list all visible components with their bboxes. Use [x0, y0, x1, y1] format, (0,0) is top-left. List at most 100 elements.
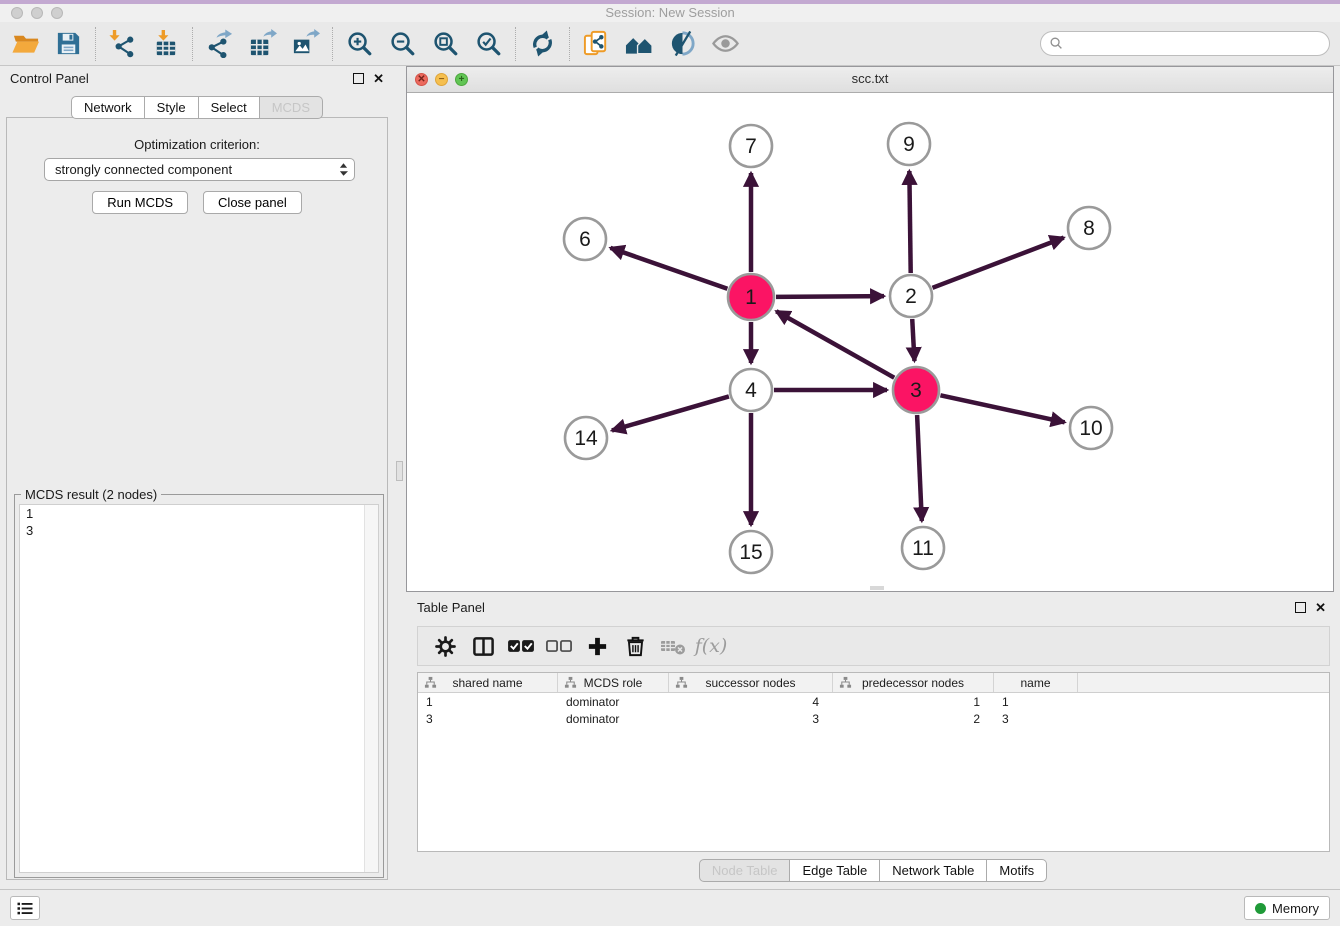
export-image-button[interactable] — [284, 25, 327, 63]
column-label: name — [1020, 676, 1050, 690]
deselect-all-button[interactable] — [540, 630, 578, 662]
show-eye-button[interactable] — [704, 25, 747, 63]
close-panel-button[interactable]: Close panel — [203, 191, 302, 214]
mcds-result-list[interactable]: 13 — [19, 504, 379, 873]
graph-node-11[interactable]: 11 — [902, 527, 944, 569]
close-panel-icon[interactable]: ✕ — [373, 74, 384, 84]
home-button[interactable] — [618, 25, 661, 63]
network-minimize-button[interactable]: − — [435, 73, 448, 86]
task-history-button[interactable] — [10, 896, 40, 920]
export-table-button[interactable] — [241, 25, 284, 63]
network-canvas[interactable]: 7 9 6 8 1 2 4 3 14 10 15 11 — [407, 92, 1333, 591]
graph-node-7[interactable]: 7 — [730, 125, 772, 167]
tab-network-table[interactable]: Network Table — [880, 859, 987, 882]
zoom-in-button[interactable] — [338, 25, 381, 63]
tab-style[interactable]: Style — [145, 96, 199, 119]
list-icon — [15, 900, 35, 917]
tab-motifs[interactable]: Motifs — [987, 859, 1047, 882]
optimization-criterion-select[interactable]: strongly connected component — [44, 158, 355, 181]
network-view-window: ✕ − + scc.txt 7 9 6 8 1 2 4 3 14 10 15 11 — [406, 66, 1334, 592]
graph-node-6[interactable]: 6 — [564, 218, 606, 260]
graph-edge-1-2[interactable] — [776, 296, 884, 297]
graph-edge-2-3[interactable] — [912, 319, 914, 361]
graph-edge-3-10[interactable] — [940, 395, 1064, 422]
import-table-button[interactable] — [144, 25, 187, 63]
table-row[interactable]: 3dominator323 — [418, 710, 1329, 727]
add-row-button[interactable] — [578, 630, 616, 662]
graph-node-8[interactable]: 8 — [1068, 207, 1110, 249]
column-header-MCDS-role[interactable]: MCDS role — [558, 673, 669, 692]
graph-edge-1-6[interactable] — [610, 248, 727, 289]
graph-edge-3-11[interactable] — [917, 415, 922, 521]
cell-successor-nodes[interactable]: 3 — [669, 710, 833, 727]
optimization-criterion-label: Optimization criterion: — [0, 137, 394, 152]
svg-text:9: 9 — [903, 133, 915, 156]
column-header-shared-name[interactable]: shared name — [418, 673, 558, 692]
zoom-fit-button[interactable] — [424, 25, 467, 63]
graph-node-4[interactable]: 4 — [730, 369, 772, 411]
network-graph[interactable]: 7 9 6 8 1 2 4 3 14 10 15 11 — [407, 92, 1333, 591]
search-box[interactable] — [1040, 31, 1330, 56]
network-file-button[interactable] — [575, 25, 618, 63]
network-resize-grip[interactable] — [870, 586, 884, 590]
panel-splitter-grip[interactable] — [396, 461, 403, 481]
cell-predecessor-nodes[interactable]: 2 — [833, 710, 994, 727]
graph-node-3[interactable]: 3 — [893, 367, 939, 413]
control-panel-tabs: NetworkStyleSelectMCDS — [0, 96, 394, 119]
network-close-button[interactable]: ✕ — [415, 73, 428, 86]
graph-node-14[interactable]: 14 — [565, 417, 607, 459]
column-header-name[interactable]: name — [994, 673, 1078, 692]
cell-name[interactable]: 3 — [994, 710, 1078, 727]
mcds-result-line: 3 — [20, 522, 378, 539]
delete-row-button[interactable] — [616, 630, 654, 662]
search-input[interactable] — [1068, 34, 1329, 54]
column-header-predecessor-nodes[interactable]: predecessor nodes — [833, 673, 994, 692]
column-header-successor-nodes[interactable]: successor nodes — [669, 673, 833, 692]
tab-network[interactable]: Network — [71, 96, 145, 119]
zoom-selected-button[interactable] — [467, 25, 510, 63]
delete-column-button[interactable] — [654, 630, 692, 662]
graph-node-2[interactable]: 2 — [890, 275, 932, 317]
tab-node-table[interactable]: Node Table — [699, 859, 791, 882]
split-columns-button[interactable] — [464, 630, 502, 662]
save-session-button[interactable] — [47, 25, 90, 63]
graph-edge-2-9[interactable] — [909, 171, 910, 273]
select-all-button[interactable] — [502, 630, 540, 662]
memory-button[interactable]: Memory — [1244, 896, 1330, 920]
import-network-button[interactable] — [101, 25, 144, 63]
cell-shared-name[interactable]: 1 — [418, 693, 558, 710]
cell-successor-nodes[interactable]: 4 — [669, 693, 833, 710]
refresh-button[interactable] — [521, 25, 564, 63]
graph-node-15[interactable]: 15 — [730, 531, 772, 573]
open-file-button[interactable] — [4, 25, 47, 63]
float-table-panel-icon[interactable] — [1295, 602, 1306, 613]
graph-node-10[interactable]: 10 — [1070, 407, 1112, 449]
fx-button[interactable]: f(x) — [692, 630, 730, 662]
tab-edge-table[interactable]: Edge Table — [790, 859, 880, 882]
cell-name[interactable]: 1 — [994, 693, 1078, 710]
close-table-panel-icon[interactable]: ✕ — [1315, 603, 1326, 613]
float-panel-icon[interactable] — [353, 73, 364, 84]
cell-shared-name[interactable]: 3 — [418, 710, 558, 727]
cell-MCDS-role[interactable]: dominator — [558, 710, 669, 727]
svg-text:6: 6 — [579, 228, 591, 251]
gear-button[interactable] — [426, 630, 464, 662]
network-maximize-button[interactable]: + — [455, 73, 468, 86]
mcds-result-line: 1 — [20, 505, 378, 522]
graph-edge-2-8[interactable] — [932, 238, 1063, 288]
table-row[interactable]: 1dominator411 — [418, 693, 1329, 710]
network-window-titlebar[interactable]: ✕ − + scc.txt — [407, 67, 1333, 93]
graph-node-1[interactable]: 1 — [728, 274, 774, 320]
tab-select[interactable]: Select — [199, 96, 260, 119]
cell-predecessor-nodes[interactable]: 1 — [833, 693, 994, 710]
export-network-button[interactable] — [198, 25, 241, 63]
cell-MCDS-role[interactable]: dominator — [558, 693, 669, 710]
graph-edge-3-1[interactable] — [776, 311, 894, 377]
zoom-out-button[interactable] — [381, 25, 424, 63]
graph-edge-4-14[interactable] — [612, 396, 729, 430]
tab-mcds[interactable]: MCDS — [260, 96, 323, 119]
result-scrollbar[interactable] — [364, 505, 378, 872]
hide-panel-button[interactable] — [661, 25, 704, 63]
run-mcds-button[interactable]: Run MCDS — [92, 191, 188, 214]
graph-node-9[interactable]: 9 — [888, 123, 930, 165]
